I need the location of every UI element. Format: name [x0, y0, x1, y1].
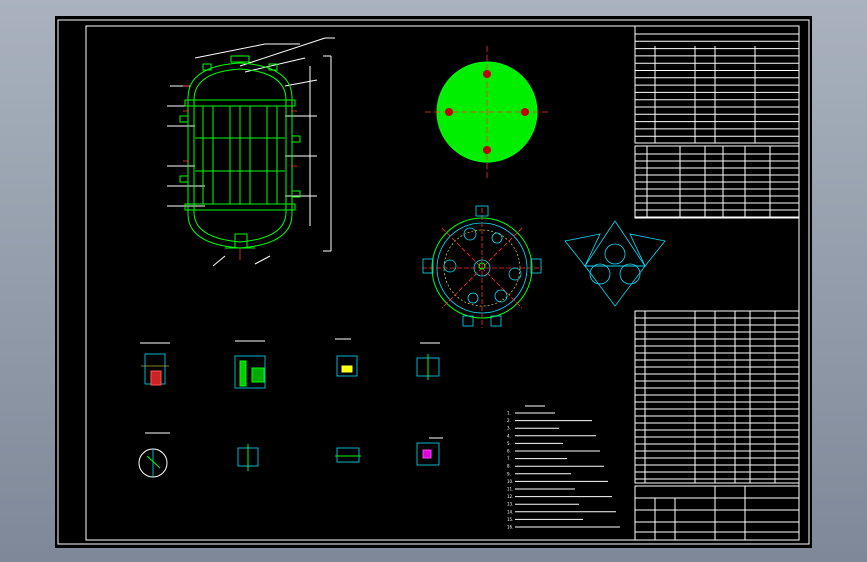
detail-g — [335, 447, 361, 463]
note-number: 1. — [507, 411, 511, 416]
detail-views — [138, 338, 443, 478]
detail-h — [416, 437, 443, 466]
note-number: 8. — [507, 464, 511, 469]
detail-d — [416, 342, 440, 380]
detail-c — [335, 338, 358, 377]
detail-b — [234, 340, 266, 389]
bolt-hole — [483, 146, 491, 154]
tube-bundle — [195, 106, 285, 204]
note-number: 10. — [507, 479, 513, 484]
bolt-hole — [483, 70, 491, 78]
cad-viewport[interactable]: 1. 2. 3. 4. 5. 6. 7. 8. 9. 10. 11. 12. 13. 14. 15. 16. — [0, 0, 867, 562]
detail-a — [140, 342, 170, 386]
note-number: 7. — [507, 456, 511, 461]
drawing-sheet: 1. 2. 3. 4. 5. 6. 7. 8. 9. 10. 11. 12. 13. 14. 15. 16. — [55, 16, 812, 548]
note-number: 4. — [507, 433, 511, 438]
tube-layout-triangle — [564, 220, 666, 307]
note-number: 16. — [507, 525, 513, 530]
note-number: 2. — [507, 418, 511, 423]
lower-tubesheet — [184, 203, 296, 211]
note-number: 13. — [507, 502, 513, 507]
head-plate-view — [425, 46, 549, 178]
note-number: 12. — [507, 494, 513, 499]
right-tables — [634, 25, 800, 541]
section-plan-view — [422, 205, 542, 328]
top-nozzle — [230, 55, 250, 63]
vessel-elevation — [167, 37, 335, 267]
detail-f — [237, 444, 259, 471]
note-number: 6. — [507, 449, 511, 454]
bolt-hole — [445, 108, 453, 116]
parts-list-table — [634, 310, 800, 484]
upper-tubesheet — [184, 99, 296, 107]
drawing-canvas: 1. 2. 3. 4. 5. 6. 7. 8. 9. 10. 11. 12. 13. 14. 15. 16. — [57, 19, 810, 545]
design-spec-table — [634, 25, 800, 144]
note-number: 11. — [507, 487, 513, 492]
bolt-hole — [521, 108, 529, 116]
note-number: 3. — [507, 426, 511, 431]
detail-e — [138, 432, 170, 478]
leader-lines — [167, 37, 335, 267]
technical-notes: 1. 2. 3. 4. 5. 6. 7. 8. 9. 10. 11. 12. 13. 14. 15. 16. — [507, 405, 620, 530]
note-number: 15. — [507, 517, 513, 522]
note-number: 14. — [507, 509, 513, 514]
note-number: 9. — [507, 471, 511, 476]
note-number: 5. — [507, 441, 511, 446]
